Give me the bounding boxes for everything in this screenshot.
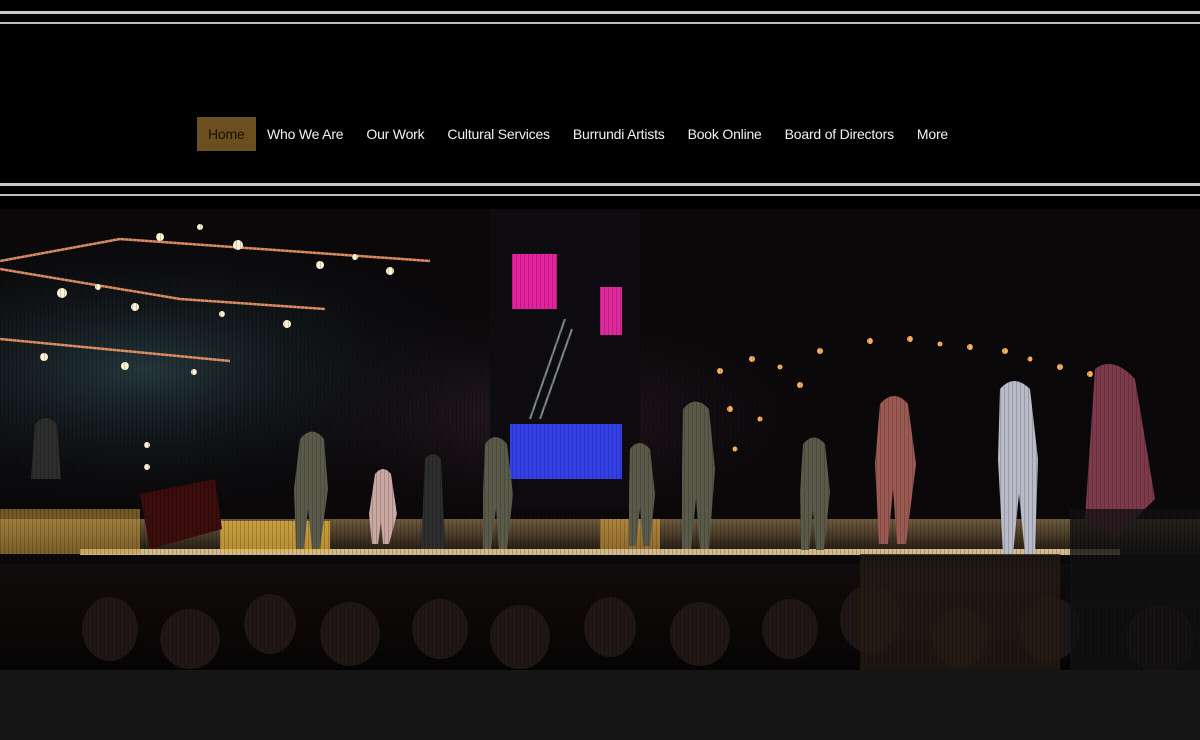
concert-stage-photo (0, 209, 1200, 670)
nav-item-label: Board of Directors (784, 126, 894, 142)
nav-item-label: Our Work (366, 126, 425, 142)
nav-item-label: Who We Are (267, 126, 344, 142)
main-nav: Home Who We Are Our Work Cultural Servic… (197, 117, 960, 151)
site-header: Home Who We Are Our Work Cultural Servic… (0, 0, 1200, 209)
hero-image (0, 209, 1200, 670)
nav-item-label: Home (208, 126, 245, 142)
nav-item-label: Burrundi Artists (572, 126, 665, 142)
nav-item-burrundi-artists[interactable]: Burrundi Artists (561, 117, 676, 151)
nav-item-label: Cultural Services (447, 126, 550, 142)
nav-item-cultural-services[interactable]: Cultural Services (436, 117, 561, 151)
page: Home Who We Are Our Work Cultural Servic… (0, 0, 1200, 740)
header-top-rule-thin (0, 22, 1200, 24)
header-bottom-rule (0, 183, 1200, 186)
nav-item-who-we-are[interactable]: Who We Are (256, 117, 355, 151)
nav-item-book-online[interactable]: Book Online (676, 117, 773, 151)
nav-item-label: More (916, 126, 948, 142)
header-top-rule (0, 11, 1200, 14)
content-band (0, 670, 1200, 740)
nav-item-home[interactable]: Home (197, 117, 256, 151)
header-bottom-rule-thin (0, 194, 1200, 196)
nav-item-board-of-directors[interactable]: Board of Directors (773, 117, 905, 151)
nav-item-our-work[interactable]: Our Work (355, 117, 436, 151)
nav-item-more[interactable]: More (905, 117, 959, 151)
nav-item-label: Book Online (687, 126, 762, 142)
